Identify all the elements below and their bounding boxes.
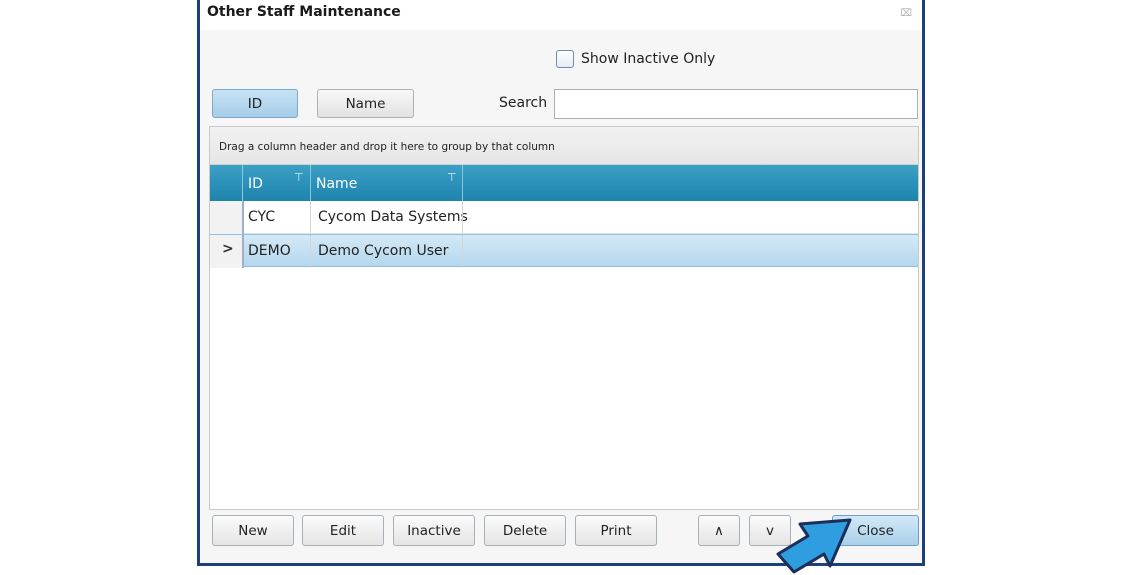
cell-separator xyxy=(462,235,463,268)
new-button[interactable]: New xyxy=(212,515,294,546)
cell-separator xyxy=(462,201,463,234)
current-row-marker: > xyxy=(222,241,234,257)
title-bar: Other Staff Maintenance ⌧ xyxy=(200,0,922,30)
column-header-id[interactable]: ID ⊤ xyxy=(248,165,310,201)
cell-id[interactable]: CYC xyxy=(248,201,275,234)
window-title: Other Staff Maintenance xyxy=(207,4,401,20)
id-filter-icon[interactable]: ⊤ xyxy=(294,171,304,184)
group-by-panel[interactable]: Drag a column header and drop it here to… xyxy=(210,127,918,165)
show-inactive-checkbox[interactable] xyxy=(556,50,574,68)
row-indicator-border xyxy=(242,201,244,234)
edit-button[interactable]: Edit xyxy=(302,515,384,546)
cell-separator xyxy=(310,235,311,268)
inactive-button[interactable]: Inactive xyxy=(393,515,475,546)
table-row-selected[interactable]: > DEMO Demo Cycom User xyxy=(210,234,918,268)
search-label: Search xyxy=(499,95,548,111)
staff-grid: Drag a column header and drop it here to… xyxy=(209,126,919,510)
staff-maintenance-window: Other Staff Maintenance ⌧ Show Inactive … xyxy=(197,0,925,566)
close-window-icon[interactable]: ⌧ xyxy=(900,9,912,19)
header-separator xyxy=(462,165,463,201)
window-content: Show Inactive Only ID Name Search Drag a… xyxy=(200,30,922,563)
header-separator xyxy=(310,165,311,201)
cell-separator xyxy=(310,201,311,234)
cell-name[interactable]: Cycom Data Systems xyxy=(318,201,468,234)
table-row[interactable]: CYC Cycom Data Systems xyxy=(210,201,918,234)
column-header-name[interactable]: Name ⊤ xyxy=(316,165,462,201)
row-indicator xyxy=(210,201,242,234)
column-header-id-label: ID xyxy=(248,176,263,192)
row-indicator-border xyxy=(242,235,244,268)
grid-header-row: ID ⊤ Name ⊤ xyxy=(210,165,918,201)
blue-arrow-pointer-icon xyxy=(776,518,852,574)
show-inactive-label: Show Inactive Only xyxy=(581,51,716,67)
sort-by-name-button[interactable]: Name xyxy=(317,89,414,118)
delete-button[interactable]: Delete xyxy=(484,515,566,546)
cell-id[interactable]: DEMO xyxy=(248,235,291,268)
row-indicator: > xyxy=(210,235,242,268)
cell-name[interactable]: Demo Cycom User xyxy=(318,235,448,268)
column-header-name-label: Name xyxy=(316,176,358,192)
search-input[interactable] xyxy=(554,89,918,119)
sort-by-id-button[interactable]: ID xyxy=(212,89,298,118)
print-button[interactable]: Print xyxy=(575,515,657,546)
move-up-button[interactable]: ∧ xyxy=(698,515,740,546)
name-filter-icon[interactable]: ⊤ xyxy=(447,171,457,184)
header-separator xyxy=(242,165,243,201)
show-inactive-toggle[interactable]: Show Inactive Only xyxy=(556,50,715,68)
